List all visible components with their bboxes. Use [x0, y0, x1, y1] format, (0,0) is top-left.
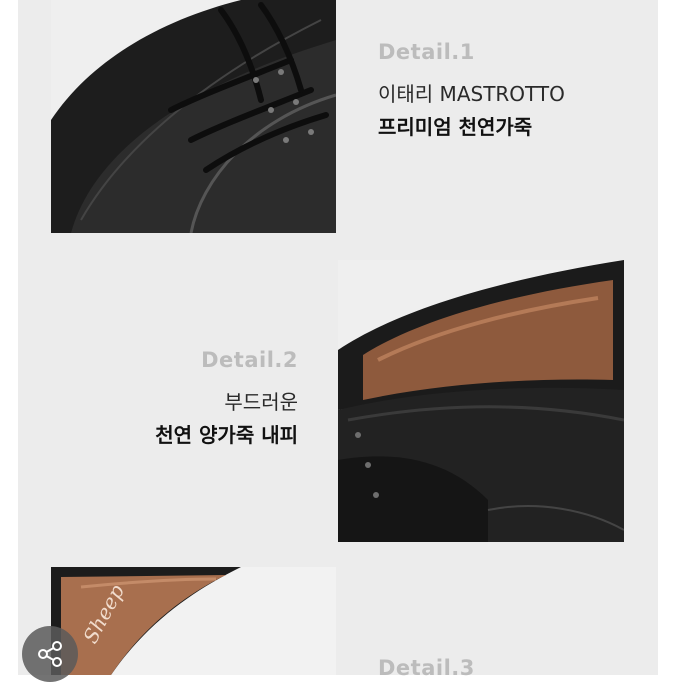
detail-1-photo [51, 0, 336, 233]
detail-2-headline: 천연 양가죽 내피 [155, 423, 298, 447]
detail-2-title: Detail.2 [201, 348, 298, 372]
detail-1-headline: 프리미엄 천연가죽 [378, 115, 533, 139]
detail-3-text: Detail.3 [378, 656, 475, 680]
detail-3-title: Detail.3 [378, 656, 475, 680]
detail-1-subtitle: 이태리 MASTROTTO [378, 82, 565, 106]
detail-2-text: Detail.2 부드러운 천연 양가죽 내피 [110, 348, 298, 448]
detail-3-photo: Sheep [51, 567, 336, 675]
detail-1-title: Detail.1 [378, 40, 475, 64]
detail-2-photo [338, 260, 624, 542]
share-button[interactable] [22, 626, 78, 682]
share-icon [38, 641, 62, 667]
detail-2-subtitle: 부드러운 [224, 390, 298, 414]
detail-1-text: Detail.1 이태리 MASTROTTO 프리미엄 천연가죽 [378, 40, 565, 140]
